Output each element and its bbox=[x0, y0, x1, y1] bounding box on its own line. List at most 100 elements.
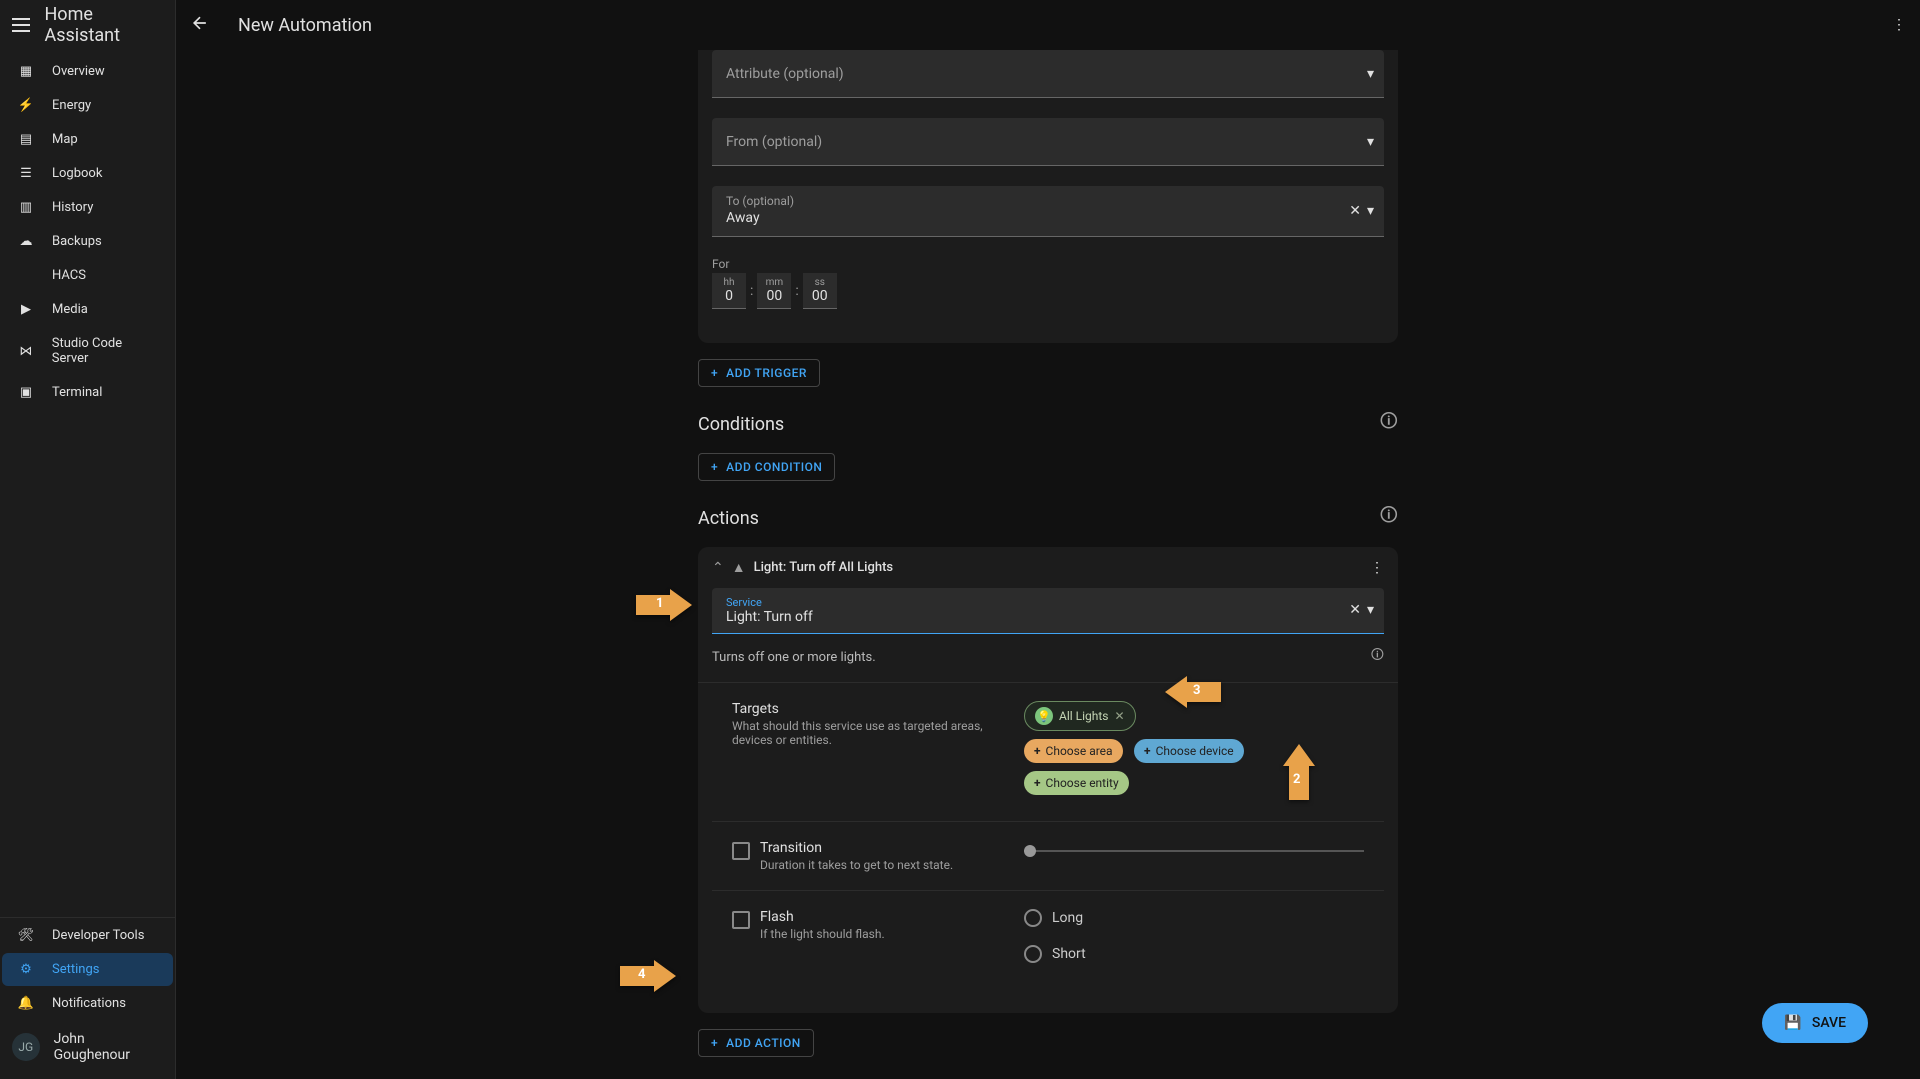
chevron-down-icon: ▾ bbox=[1367, 602, 1374, 618]
dashboard-icon: ▦ bbox=[14, 64, 38, 79]
flash-long-radio[interactable]: Long bbox=[1024, 909, 1364, 927]
back-button[interactable] bbox=[190, 13, 214, 37]
list-icon: ☰ bbox=[14, 166, 38, 181]
field-label: Service bbox=[726, 596, 1370, 609]
chevron-up-icon[interactable]: ⌃ bbox=[712, 560, 724, 576]
transition-desc: Duration it takes to get to next state. bbox=[760, 858, 953, 872]
to-select[interactable]: To (optional) Away ✕ ▾ bbox=[712, 186, 1384, 237]
sidebar-item-logbook[interactable]: ☰ Logbook bbox=[2, 157, 173, 190]
transition-slider[interactable] bbox=[1024, 850, 1364, 852]
transition-title: Transition bbox=[760, 840, 953, 856]
sidebar-item-label: History bbox=[52, 200, 93, 215]
choose-area-button[interactable]: + Choose area bbox=[1024, 739, 1123, 763]
choose-entity-button[interactable]: + Choose entity bbox=[1024, 771, 1129, 795]
sidebar-item-label: Overview bbox=[52, 64, 105, 79]
service-select[interactable]: Service Light: Turn off ✕ ▾ bbox=[712, 588, 1384, 634]
cloud-icon: ☁ bbox=[14, 234, 38, 249]
menu-toggle-button[interactable] bbox=[12, 15, 30, 35]
chevron-down-icon: ▾ bbox=[1367, 134, 1374, 150]
section-title-conditions: Conditions bbox=[698, 414, 784, 435]
sidebar-item-history[interactable]: ▥ History bbox=[2, 191, 173, 224]
plus-icon: + bbox=[1034, 744, 1041, 758]
sidebar-item-label: Settings bbox=[52, 962, 99, 977]
sidebar-item-label: Studio Code Server bbox=[52, 336, 161, 366]
play-icon: ▶ bbox=[14, 302, 38, 317]
clear-icon[interactable]: ✕ bbox=[1349, 602, 1361, 618]
plus-icon: + bbox=[1034, 776, 1041, 790]
content-area: Attribute (optional) ▾ From (optional) ▾… bbox=[176, 50, 1920, 1079]
sidebar-item-label: Backups bbox=[52, 234, 102, 249]
add-trigger-button[interactable]: + ADD TRIGGER bbox=[698, 359, 820, 387]
help-icon[interactable]: 🛈 bbox=[1380, 503, 1398, 533]
chevron-down-icon: ▾ bbox=[1367, 203, 1374, 219]
sidebar-item-label: Notifications bbox=[52, 996, 126, 1011]
sidebar-item-devtools[interactable]: 🛠 Developer Tools bbox=[2, 919, 173, 952]
service-icon: ▲ bbox=[732, 559, 746, 576]
page-menu-button[interactable]: ⋮ bbox=[1892, 17, 1906, 33]
sidebar-item-backups[interactable]: ☁ Backups bbox=[2, 225, 173, 258]
flash-short-radio[interactable]: Short bbox=[1024, 945, 1364, 963]
sidebar-item-label: Developer Tools bbox=[52, 928, 144, 943]
add-condition-button[interactable]: + ADD CONDITION bbox=[698, 453, 835, 481]
sidebar-item-label: Energy bbox=[52, 98, 91, 113]
plus-icon: + bbox=[711, 460, 718, 474]
field-label: To (optional) bbox=[726, 194, 794, 208]
app-title: Home Assistant bbox=[44, 4, 163, 46]
field-value: Light: Turn off bbox=[726, 609, 1370, 625]
sidebar-item-media[interactable]: ▶ Media bbox=[2, 293, 173, 326]
service-description: Turns off one or more lights. bbox=[712, 650, 876, 665]
targets-desc: What should this service use as targeted… bbox=[732, 719, 1024, 747]
target-chip-all-lights[interactable]: 💡 All Lights ✕ bbox=[1024, 701, 1136, 731]
plus-icon: + bbox=[1144, 744, 1151, 758]
sidebar-user[interactable]: JG John Goughenour bbox=[0, 1021, 175, 1073]
flash-checkbox[interactable] bbox=[732, 911, 750, 929]
flash-icon: ⚡ bbox=[14, 98, 38, 113]
field-value: Away bbox=[726, 210, 760, 226]
sidebar-item-energy[interactable]: ⚡ Energy bbox=[2, 89, 173, 122]
chart-icon: ▥ bbox=[14, 200, 38, 215]
terminal-icon: ▣ bbox=[14, 385, 38, 400]
for-label: For bbox=[712, 257, 1384, 271]
lightbulb-icon: 💡 bbox=[1035, 707, 1053, 725]
clear-icon[interactable]: ✕ bbox=[1349, 203, 1361, 219]
choose-device-button[interactable]: + Choose device bbox=[1134, 739, 1244, 763]
card-menu-button[interactable]: ⋮ bbox=[1370, 560, 1384, 576]
field-label: From (optional) bbox=[726, 134, 822, 150]
chevron-down-icon: ▾ bbox=[1367, 66, 1374, 82]
user-name: John Goughenour bbox=[54, 1031, 163, 1063]
duration-input[interactable]: hh 0 : mm 00 : ss 00 bbox=[712, 273, 1384, 309]
annotation-arrow-4: 4 bbox=[620, 960, 676, 992]
from-select[interactable]: From (optional) ▾ bbox=[712, 118, 1384, 166]
save-icon: 💾 bbox=[1784, 1015, 1801, 1031]
sidebar-item-map[interactable]: ▤ Map bbox=[2, 123, 173, 156]
remove-chip-icon[interactable]: ✕ bbox=[1115, 709, 1125, 723]
sidebar: Home Assistant ▦ Overview ⚡ Energy ▤ Map… bbox=[0, 0, 176, 1079]
sidebar-item-label: Map bbox=[52, 132, 78, 147]
hammer-icon: 🛠 bbox=[14, 928, 38, 943]
help-icon[interactable]: 🛈 bbox=[1371, 646, 1384, 668]
map-icon: ▤ bbox=[14, 132, 38, 147]
bell-icon: 🔔 bbox=[14, 996, 38, 1011]
save-button[interactable]: 💾 SAVE bbox=[1762, 1003, 1868, 1043]
field-label: Attribute (optional) bbox=[726, 66, 844, 82]
sidebar-item-notifications[interactable]: 🔔 Notifications bbox=[2, 987, 173, 1020]
sidebar-item-terminal[interactable]: ▣ Terminal bbox=[2, 376, 173, 409]
sidebar-item-label: HACS bbox=[52, 268, 86, 283]
topbar: New Automation ⋮ bbox=[176, 0, 1920, 50]
action-card-title: Light: Turn off All Lights bbox=[754, 560, 894, 575]
vscode-icon: ⋈ bbox=[14, 344, 38, 359]
add-action-button[interactable]: + ADD ACTION bbox=[698, 1029, 814, 1057]
transition-checkbox[interactable] bbox=[732, 842, 750, 860]
sidebar-item-settings[interactable]: ⚙ Settings bbox=[2, 953, 173, 986]
help-icon[interactable]: 🛈 bbox=[1380, 409, 1398, 439]
sidebar-item-overview[interactable]: ▦ Overview bbox=[2, 55, 173, 88]
flash-title: Flash bbox=[760, 909, 885, 925]
attribute-select[interactable]: Attribute (optional) ▾ bbox=[712, 50, 1384, 98]
page-title: New Automation bbox=[238, 15, 372, 36]
sidebar-item-hacs[interactable]: HACS bbox=[2, 259, 173, 292]
gear-icon: ⚙ bbox=[14, 962, 38, 977]
sidebar-item-studio-code[interactable]: ⋈ Studio Code Server bbox=[2, 327, 173, 375]
sidebar-item-label: Media bbox=[52, 302, 88, 317]
section-title-actions: Actions bbox=[698, 508, 759, 529]
targets-title: Targets bbox=[732, 701, 1024, 717]
